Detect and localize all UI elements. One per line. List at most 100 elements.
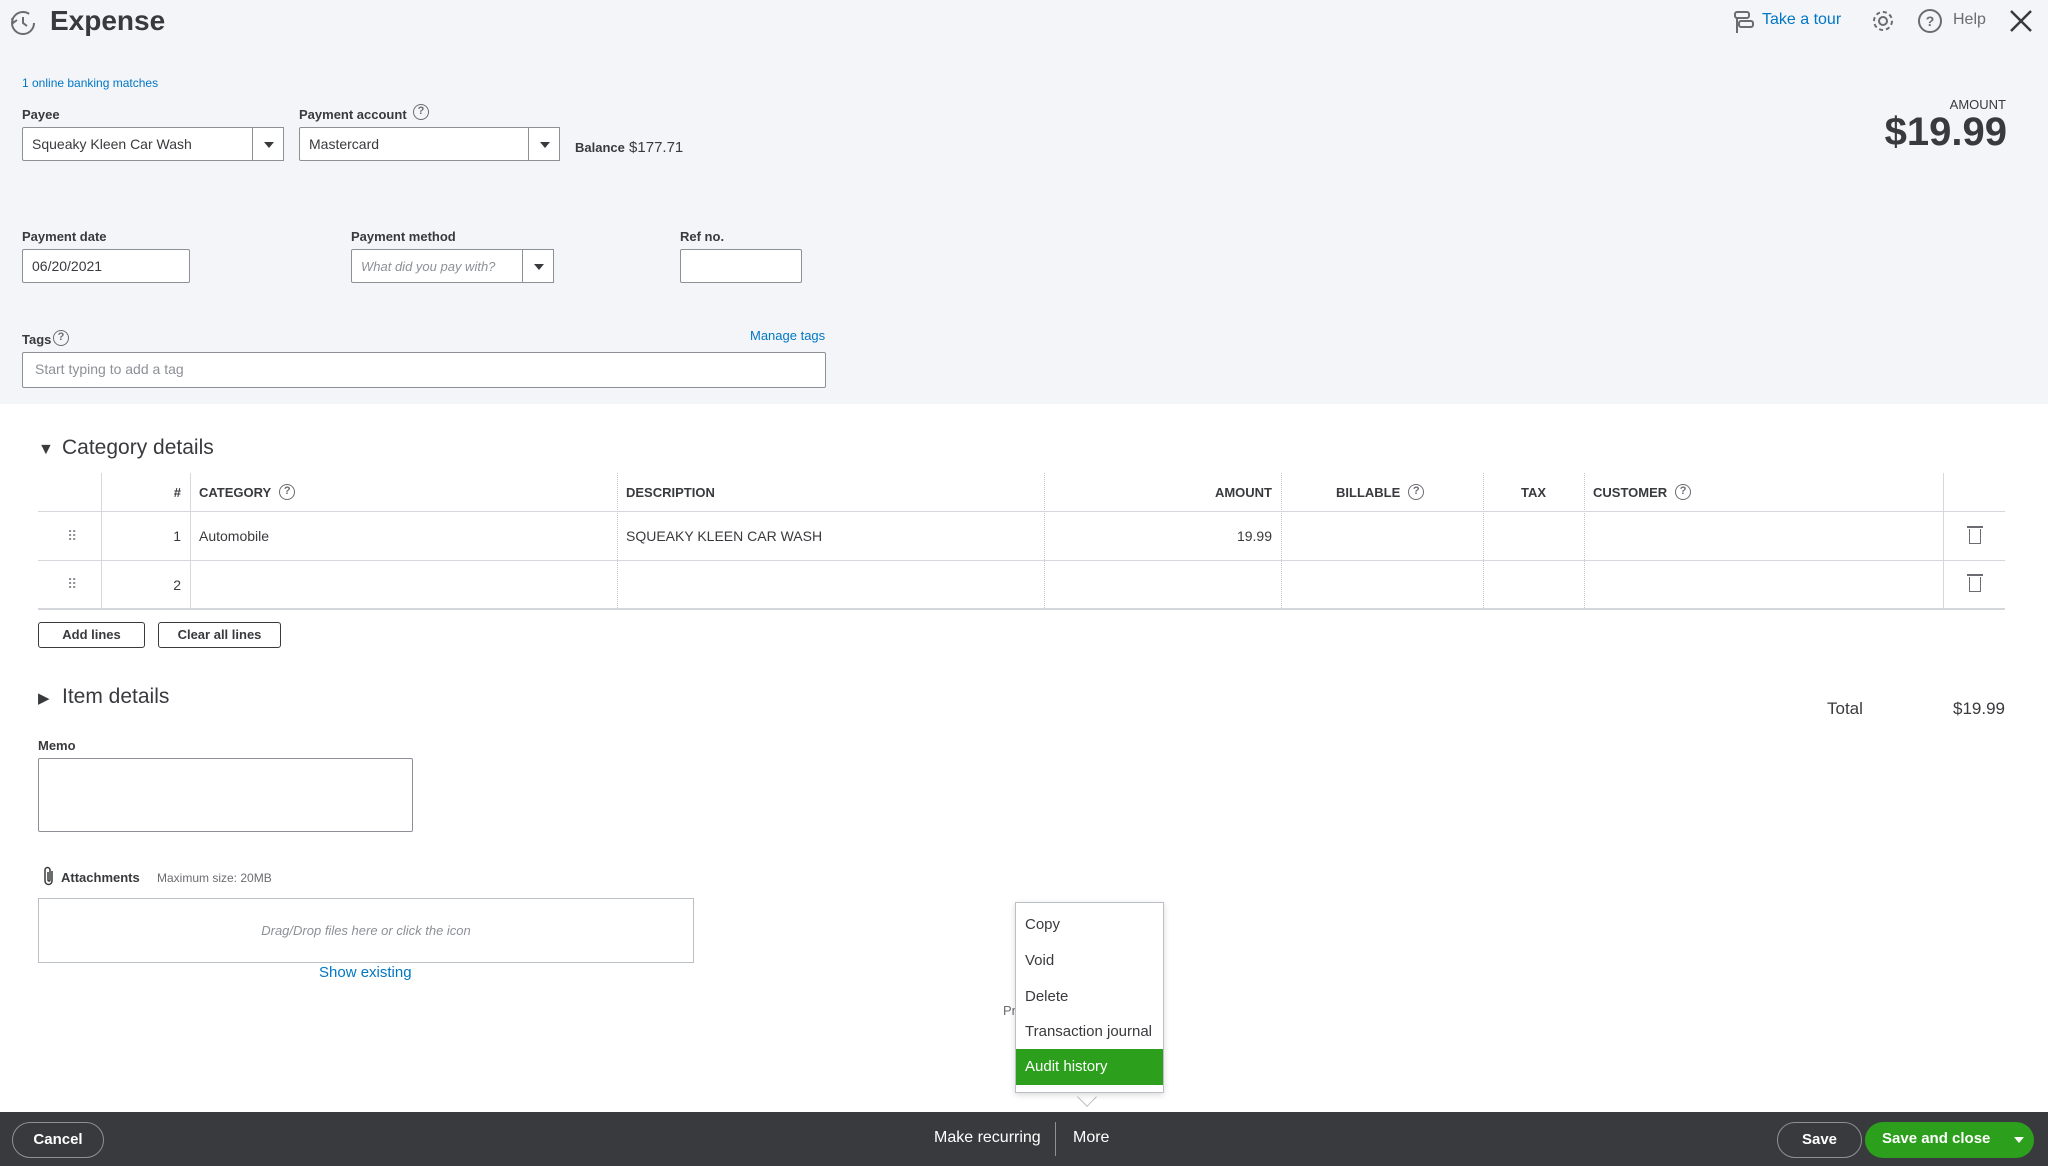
row-description[interactable] (617, 561, 1044, 608)
menu-item-copy[interactable]: Copy (1016, 907, 1163, 943)
col-header-tax: TAX (1520, 484, 1547, 500)
payment-account-help-icon[interactable]: ? (413, 104, 429, 120)
save-and-close-label: Save and close (1882, 1130, 1991, 1147)
balance-value: $177.71 (629, 139, 684, 156)
payment-account-select[interactable]: Mastercard (299, 127, 560, 161)
delete-row-icon[interactable] (1960, 512, 1990, 560)
menu-item-void[interactable]: Void (1016, 943, 1163, 979)
more-button[interactable]: More (1073, 1129, 1109, 1147)
more-menu: Copy Void Delete Transaction journal Aud… (1015, 902, 1164, 1093)
payment-account-label: Payment account (299, 107, 407, 122)
row-amount[interactable]: 19.99 (1044, 512, 1281, 560)
menu-item-audit-history[interactable]: Audit history (1016, 1049, 1163, 1085)
tags-input[interactable]: Start typing to add a tag (22, 352, 826, 388)
total-label: Total (1827, 699, 1863, 718)
clear-all-lines-button[interactable]: Clear all lines (158, 622, 281, 648)
cancel-button[interactable]: Cancel (12, 1122, 104, 1158)
col-header-customer: CUSTOMER ? (1584, 473, 1943, 511)
col-header-amount: AMOUNT (1214, 484, 1272, 500)
col-header-category-label: CATEGORY (199, 484, 272, 500)
memo-textarea[interactable] (38, 758, 413, 832)
delete-row-icon[interactable] (1960, 561, 1990, 608)
row-description[interactable]: SQUEAKY KLEEN CAR WASH (617, 512, 1044, 560)
footer-bar: Cancel Make recurring More Save Save and… (0, 1112, 2048, 1166)
show-existing-link[interactable]: Show existing (319, 964, 412, 981)
payment-account-dropdown-icon[interactable] (528, 127, 560, 161)
page-title: Expense (50, 5, 166, 36)
table-row[interactable]: ⠿ 1 Automobile SQUEAKY KLEEN CAR WASH 19… (38, 512, 2005, 561)
payment-account-value: Mastercard (309, 136, 380, 152)
attachments-dropzone[interactable]: Drag/Drop files here or click the icon (38, 898, 694, 963)
payee-select[interactable]: Squeaky Kleen Car Wash (22, 127, 284, 161)
payee-dropdown-icon[interactable] (252, 127, 284, 161)
save-button[interactable]: Save (1777, 1122, 1862, 1158)
svg-text:?: ? (1926, 13, 1935, 29)
header-panel: Expense Take a tour ? Help 1 online bank… (0, 0, 2048, 404)
ref-no-label: Ref no. (680, 229, 725, 244)
save-and-close-button[interactable]: Save and close (1865, 1122, 2034, 1158)
help-icon[interactable]: ? (1917, 8, 1943, 34)
attachments-label: Attachments (61, 870, 140, 885)
row-amount[interactable] (1044, 561, 1281, 608)
payment-date-input[interactable]: 06/20/2021 (22, 249, 190, 283)
online-banking-matches-link[interactable]: 1 online banking matches (22, 76, 158, 90)
trash-icon (1967, 574, 1983, 592)
drag-handle-icon[interactable]: ⠿ (58, 561, 88, 608)
balance: Balance $177.71 (575, 139, 683, 156)
menu-item-delete[interactable]: Delete (1016, 979, 1163, 1015)
category-details-title: Category details (62, 436, 214, 459)
col-header-number: # (173, 484, 181, 500)
balance-label: Balance (575, 140, 625, 155)
item-details-title: Item details (62, 685, 170, 708)
item-details-toggle[interactable]: ▶ Item details (38, 685, 169, 709)
table-row[interactable]: ⠿ 2 (38, 561, 2005, 610)
billable-help-icon[interactable]: ? (1408, 484, 1425, 500)
category-details-toggle[interactable]: ▼ Category details (38, 436, 214, 460)
total-value: $19.99 (1953, 699, 2005, 718)
row-billable[interactable] (1281, 561, 1483, 608)
close-icon[interactable] (2008, 8, 2034, 34)
col-header-customer-label: CUSTOMER (1593, 484, 1668, 500)
payment-method-select[interactable]: What did you pay with? (351, 249, 554, 283)
payee-value: Squeaky Kleen Car Wash (32, 136, 192, 152)
trash-icon (1967, 525, 1983, 544)
row-number: 1 (173, 528, 181, 544)
row-category[interactable]: Automobile (190, 512, 617, 560)
help-label[interactable]: Help (1953, 11, 1986, 29)
row-number: 2 (173, 576, 181, 593)
row-tax[interactable] (1483, 512, 1584, 560)
row-customer[interactable] (1584, 512, 1943, 560)
payment-date-label: Payment date (22, 229, 107, 244)
take-a-tour-link[interactable]: Take a tour (1762, 11, 1841, 29)
save-options-chevron-down-icon[interactable] (2014, 1137, 2024, 1143)
payee-label: Payee (22, 107, 60, 122)
add-lines-button[interactable]: Add lines (38, 622, 145, 648)
col-header-category: CATEGORY ? (190, 473, 617, 511)
payment-method-label: Payment method (351, 229, 456, 244)
settings-gear-icon[interactable] (1870, 8, 1896, 34)
table-header-row: # CATEGORY ? DESCRIPTION AMOUNT BILLABLE… (38, 473, 2005, 512)
tags-help-icon[interactable]: ? (53, 330, 69, 346)
ref-no-input[interactable] (680, 249, 802, 283)
expand-triangle-icon: ▶ (38, 690, 50, 707)
tags-placeholder: Start typing to add a tag (35, 361, 184, 377)
tour-icon[interactable] (1733, 10, 1755, 34)
dropzone-text: Drag/Drop files here or click the icon (261, 923, 471, 938)
row-tax[interactable] (1483, 561, 1584, 608)
row-billable[interactable] (1281, 512, 1483, 560)
manage-tags-link[interactable]: Manage tags (750, 328, 825, 343)
payment-method-dropdown-icon[interactable] (522, 249, 554, 283)
customer-help-icon[interactable]: ? (1675, 484, 1692, 500)
payment-method-placeholder: What did you pay with? (361, 259, 496, 274)
drag-handle-icon[interactable]: ⠿ (58, 512, 88, 560)
recent-transactions-icon[interactable] (9, 9, 37, 37)
footer-divider (1055, 1122, 1056, 1156)
category-help-icon[interactable]: ? (279, 484, 296, 500)
paperclip-icon (42, 866, 56, 886)
row-customer[interactable] (1584, 561, 1943, 608)
col-header-billable: BILLABLE ? (1281, 473, 1483, 511)
menu-item-transaction-journal[interactable]: Transaction journal (1016, 1014, 1163, 1050)
make-recurring-button[interactable]: Make recurring (934, 1129, 1041, 1147)
row-category[interactable] (190, 561, 617, 608)
amount-value: $19.99 (1884, 110, 2007, 154)
